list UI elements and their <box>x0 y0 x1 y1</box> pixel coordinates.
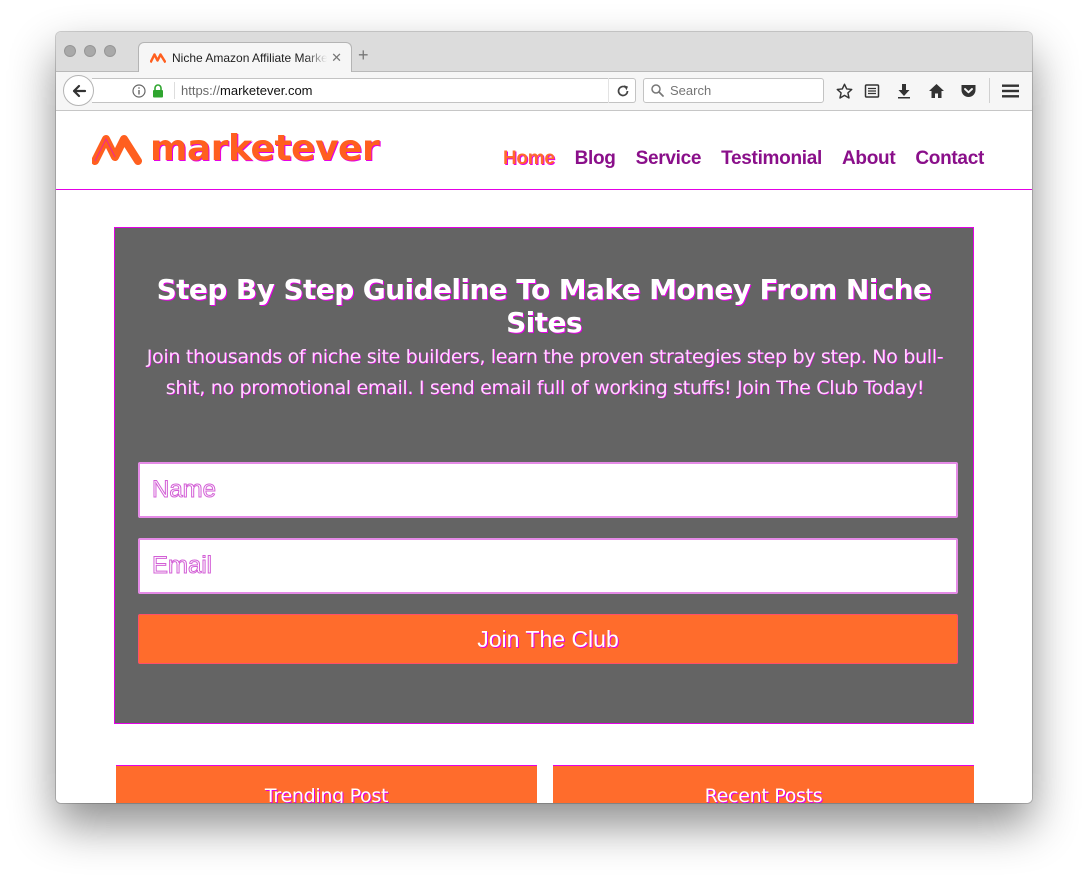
tab-title: Niche Amazon Affiliate Marketing <box>172 51 328 65</box>
nav-about[interactable]: About <box>842 148 896 170</box>
back-arrow-icon <box>72 84 86 97</box>
nav-home[interactable]: Home <box>503 148 555 170</box>
email-input[interactable] <box>140 540 956 592</box>
email-field-wrapper <box>138 538 958 594</box>
search-input[interactable] <box>670 83 810 98</box>
close-window-button[interactable] <box>64 45 76 57</box>
reading-list-icon[interactable] <box>863 82 881 100</box>
nav-testimonial[interactable]: Testimonial <box>721 148 822 170</box>
browser-window: Niche Amazon Affiliate Marketing ✕ + htt… <box>56 32 1032 803</box>
navigation-toolbar: https://marketever.com <box>56 72 1032 111</box>
logo-text: marketever <box>150 128 380 169</box>
download-icon[interactable] <box>895 82 913 100</box>
optin-box: Step By Step Guideline To Make Money Fro… <box>114 227 974 724</box>
toolbar-separator <box>989 78 990 103</box>
bookmark-star-icon[interactable] <box>835 82 853 100</box>
info-icon[interactable] <box>132 83 146 98</box>
hamburger-menu-icon[interactable] <box>1001 82 1019 100</box>
page-content: marketever Home Blog Service Testimonial… <box>56 112 1032 803</box>
url-protocol: https:// <box>181 83 221 98</box>
reload-icon <box>617 84 628 96</box>
optin-heading: Step By Step Guideline To Make Money Fro… <box>156 273 932 339</box>
zoom-window-button[interactable] <box>104 45 116 57</box>
marketever-logo-icon <box>92 135 142 165</box>
nav-blog[interactable]: Blog <box>575 148 616 170</box>
marketever-favicon-icon <box>150 53 166 64</box>
url-bar[interactable]: https://marketever.com <box>92 78 636 103</box>
lock-icon[interactable] <box>152 83 164 98</box>
nav-service[interactable]: Service <box>636 148 702 170</box>
url-host: marketever.com <box>220 83 313 98</box>
tab-marketever[interactable]: Niche Amazon Affiliate Marketing ✕ <box>138 42 352 73</box>
tab-strip: Niche Amazon Affiliate Marketing ✕ + <box>56 32 1032 73</box>
home-icon[interactable] <box>927 82 945 100</box>
pocket-icon[interactable] <box>959 82 977 100</box>
minimize-window-button[interactable] <box>84 45 96 57</box>
site-logo[interactable]: marketever <box>92 128 380 169</box>
main-navigation: Home Blog Service Testimonial About Cont… <box>483 148 984 170</box>
url-text: https://marketever.com <box>174 82 313 99</box>
new-tab-button[interactable]: + <box>358 46 369 64</box>
reload-button[interactable] <box>608 78 636 103</box>
tab-close-icon[interactable]: ✕ <box>331 50 342 66</box>
trending-post-header: Trending Post <box>116 765 537 803</box>
name-input[interactable] <box>140 464 956 516</box>
nav-contact[interactable]: Contact <box>915 148 984 170</box>
optin-description: Join thousands of niche site builders, l… <box>146 346 944 399</box>
join-club-button[interactable]: Join The Club <box>138 614 958 664</box>
back-button[interactable] <box>63 75 94 106</box>
search-bar[interactable] <box>643 78 824 103</box>
name-field-wrapper <box>138 462 958 518</box>
site-header: marketever Home Blog Service Testimonial… <box>56 112 1032 190</box>
search-icon <box>651 84 664 97</box>
recent-posts-header: Recent Posts <box>553 765 974 803</box>
